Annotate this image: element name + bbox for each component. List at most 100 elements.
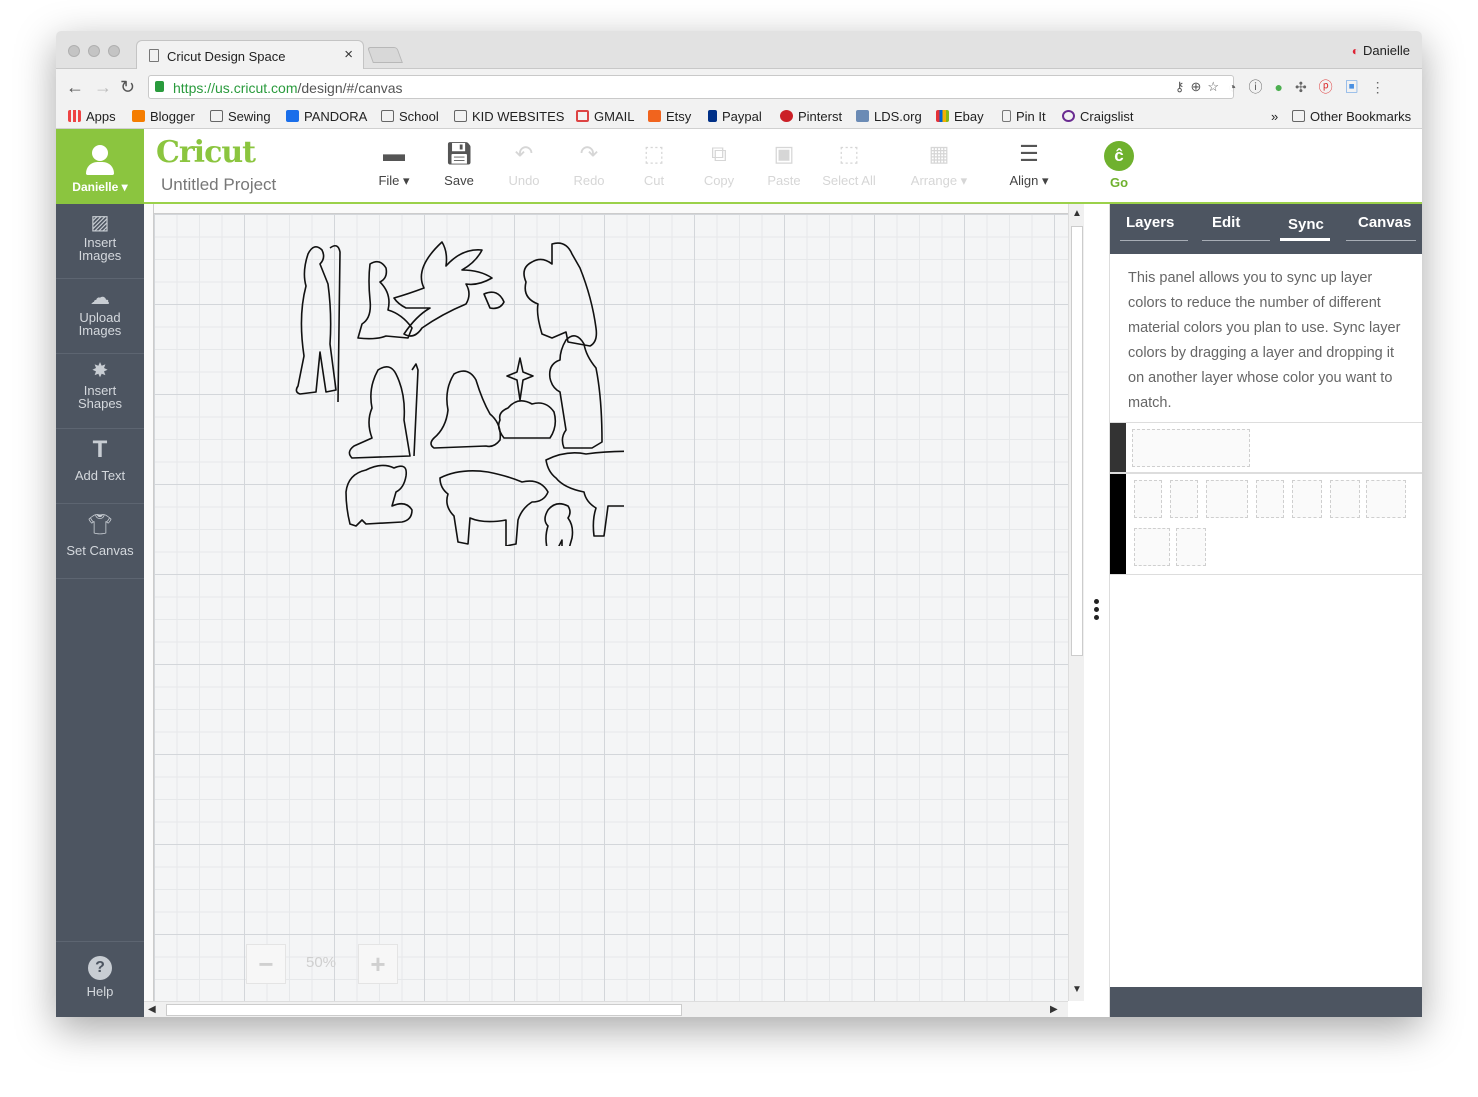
insert-images-button[interactable]: ▨ Insert Images <box>56 204 144 279</box>
layer-thumbnail[interactable] <box>1206 480 1248 518</box>
reload-icon[interactable]: ↻ <box>120 77 135 98</box>
omnibox-icons[interactable]: ⚷⊕☆ <box>1175 79 1225 95</box>
redo-button[interactable]: ↷ Redo <box>557 139 621 188</box>
minimize-window-icon[interactable] <box>88 45 100 57</box>
layer-thumbnail[interactable] <box>1292 480 1322 518</box>
user-menu[interactable]: Danielle ▾ <box>56 129 144 204</box>
bookmark-kid-websites[interactable]: KID WEBSITES <box>454 109 564 124</box>
left-sidebar: ▨ Insert Images ☁ Upload Images ✸ Insert Sh… <box>56 204 144 1017</box>
bookmark-lds[interactable]: LDS.org <box>856 109 922 124</box>
layer-thumbnail[interactable] <box>1132 429 1250 467</box>
add-text-button[interactable]: T Add Text <box>56 429 144 504</box>
zoom-icon[interactable]: ⊕ <box>1190 79 1207 94</box>
layer-thumbnail[interactable] <box>1176 528 1206 566</box>
extension-icon[interactable]: ◔ <box>1228 79 1248 95</box>
copy-button[interactable]: ⧉ Copy <box>687 139 751 188</box>
scroll-left-icon[interactable]: ◀ <box>148 1004 156 1015</box>
info-extension-icon[interactable]: ⓘ <box>1248 79 1274 95</box>
profile-button[interactable]: ◐ Danielle <box>1352 43 1410 58</box>
tab-close-icon[interactable]: × <box>344 46 353 63</box>
upload-images-button[interactable]: ☁ Upload Images <box>56 279 144 354</box>
address-bar-row: ← → ↻ https://us.cricut.com/design/#/can… <box>56 69 1422 105</box>
puzzle-icon[interactable]: ✣ <box>1295 79 1319 95</box>
bookmark-gmail[interactable]: GMAIL <box>576 109 634 124</box>
maximize-window-icon[interactable] <box>108 45 120 57</box>
bookmark-pinterst[interactable]: Pinterst <box>780 109 842 124</box>
save-button[interactable]: 💾︎ Save <box>427 139 491 188</box>
bookmark-etsy[interactable]: Etsy <box>648 109 691 124</box>
panel-resize-handle-icon[interactable] <box>1094 599 1100 623</box>
go-button[interactable]: Go <box>1104 175 1134 190</box>
bookmark-apps[interactable]: Apps <box>68 109 116 124</box>
scroll-up-icon[interactable]: ▲ <box>1072 208 1082 219</box>
star-icon[interactable]: ☆ <box>1207 79 1225 94</box>
bookmark-ebay[interactable]: Ebay <box>936 109 984 124</box>
zoom-out-button[interactable]: − <box>246 944 286 984</box>
bookmark-craigslist[interactable]: Craigslist <box>1062 109 1133 124</box>
scroll-down-icon[interactable]: ▼ <box>1072 984 1082 995</box>
tab-layers[interactable]: Layers <box>1126 214 1174 231</box>
color-layer-row[interactable] <box>1110 422 1422 473</box>
paste-button[interactable]: ▣ Paste <box>752 139 816 188</box>
url-host: https://us.cricut.com <box>173 80 298 96</box>
bookmark-pandora[interactable]: PANDORA <box>286 109 367 124</box>
bookmark-other[interactable]: Other Bookmarks <box>1292 109 1411 124</box>
bookmarks-more-icon[interactable]: » <box>1271 109 1278 124</box>
vertical-scrollbar[interactable]: ▲ ▼ <box>1068 204 1084 1001</box>
cast-icon[interactable]: ▣ <box>1345 79 1371 95</box>
bookmark-pin-it[interactable]: Pin It <box>1002 109 1046 124</box>
insert-shapes-button[interactable]: ✸ Insert Shapes <box>56 354 144 429</box>
bookmark-blogger[interactable]: Blogger <box>132 109 195 124</box>
key-icon[interactable]: ⚷ <box>1175 79 1191 94</box>
layer-thumbnail[interactable] <box>1134 480 1162 518</box>
horizontal-scroll-thumb[interactable] <box>166 1004 682 1016</box>
scroll-right-icon[interactable]: ▶ <box>1050 1004 1058 1015</box>
browser-tab[interactable]: Cricut Design Space × <box>136 40 364 70</box>
layer-thumbnail[interactable] <box>1134 528 1170 566</box>
close-window-icon[interactable] <box>68 45 80 57</box>
arrange-button[interactable]: ▦ Arrange ▾ <box>907 139 971 189</box>
horizontal-scrollbar[interactable]: ◀ ▶ <box>144 1001 1068 1017</box>
browser-window: Cricut Design Space × ◐ Danielle ← → ↻ ht… <box>56 31 1422 1017</box>
layer-thumbnail[interactable] <box>1366 480 1406 518</box>
align-icon: ☰ <box>1019 141 1039 166</box>
url-path: /design/#/canvas <box>297 80 403 96</box>
layer-color-swatch[interactable] <box>1110 474 1126 574</box>
layer-thumbnail[interactable] <box>1256 480 1284 518</box>
url-field[interactable]: https://us.cricut.com/design/#/canvas ⚷⊕… <box>148 75 1234 99</box>
vertical-scroll-thumb[interactable] <box>1071 226 1083 656</box>
nativity-silhouettes[interactable] <box>284 234 624 546</box>
project-title[interactable]: Untitled Project <box>161 175 276 195</box>
menu-icon[interactable]: ⋮ <box>1371 79 1397 95</box>
extension-icons[interactable]: ◔ⓘ●✣ⓟ▣⋮ <box>1228 77 1397 97</box>
cut-button[interactable]: ⬚ Cut <box>622 139 686 188</box>
select-all-button[interactable]: ⬚ Select All <box>817 139 881 188</box>
align-button[interactable]: ☰ Align ▾ <box>997 139 1061 189</box>
bookmarks-bar: Apps Blogger Sewing PANDORA School KID W… <box>56 105 1422 129</box>
design-canvas[interactable]: − 50% + ▲ ▼ ◀ ▶ <box>144 204 1084 1017</box>
back-icon[interactable]: ← <box>66 77 84 98</box>
page-icon <box>1002 110 1011 122</box>
file-button[interactable]: ▬ File ▾ <box>362 139 426 189</box>
forward-icon[interactable]: → <box>94 77 112 98</box>
layer-thumbnail[interactable] <box>1330 480 1360 518</box>
bookmark-sewing[interactable]: Sewing <box>210 109 271 124</box>
help-button[interactable]: ? Help <box>56 941 144 1017</box>
color-layer-row[interactable] <box>1110 473 1422 575</box>
set-canvas-button[interactable]: 👕︎ Set Canvas <box>56 504 144 579</box>
page-icon <box>149 49 159 62</box>
tab-canvas[interactable]: Canvas <box>1358 214 1411 231</box>
evernote-icon[interactable]: ● <box>1274 79 1294 95</box>
new-tab-button[interactable] <box>367 47 403 63</box>
bookmark-paypal[interactable]: Paypal <box>708 109 762 124</box>
zoom-in-button[interactable]: + <box>358 944 398 984</box>
tab-edit[interactable]: Edit <box>1212 214 1240 231</box>
pinterest-icon[interactable]: ⓟ <box>1319 79 1345 95</box>
tab-sync[interactable]: Sync <box>1288 216 1324 233</box>
bookmark-school[interactable]: School <box>381 109 439 124</box>
go-icon[interactable]: ĉ <box>1104 141 1134 171</box>
gmail-icon <box>576 110 589 122</box>
layer-color-swatch[interactable] <box>1110 423 1126 472</box>
undo-button[interactable]: ↶ Undo <box>492 139 556 188</box>
layer-thumbnail[interactable] <box>1170 480 1198 518</box>
